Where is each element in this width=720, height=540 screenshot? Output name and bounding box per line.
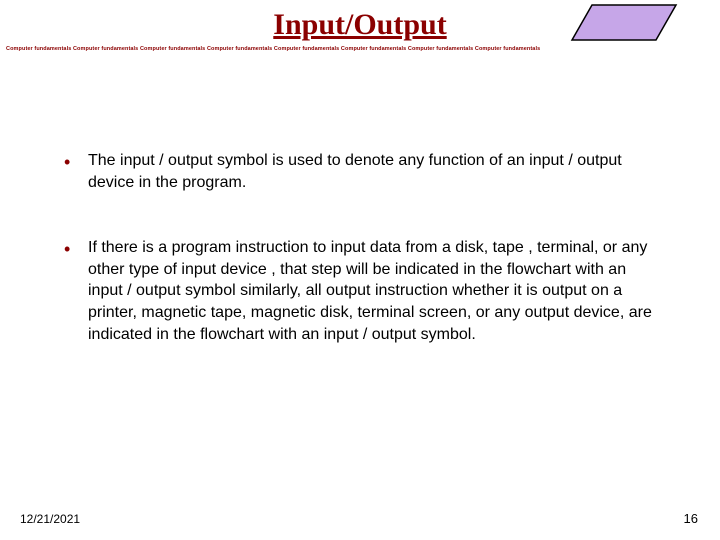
bullet-list: The input / output symbol is used to den… [60,150,660,345]
footer-page-number: 16 [684,511,698,526]
parallelogram-icon [570,2,680,44]
list-item: If there is a program instruction to inp… [60,237,660,345]
slide-title: Input/Output [273,8,446,42]
slide: Input/Output Computer fundamentals Compu… [0,0,720,540]
parallelogram-shape [572,5,676,40]
body-content: The input / output symbol is used to den… [60,150,660,389]
footer-date: 12/21/2021 [20,512,80,526]
repeated-subtitle: Computer fundamentals Computer fundament… [6,46,714,52]
list-item: The input / output symbol is used to den… [60,150,660,193]
